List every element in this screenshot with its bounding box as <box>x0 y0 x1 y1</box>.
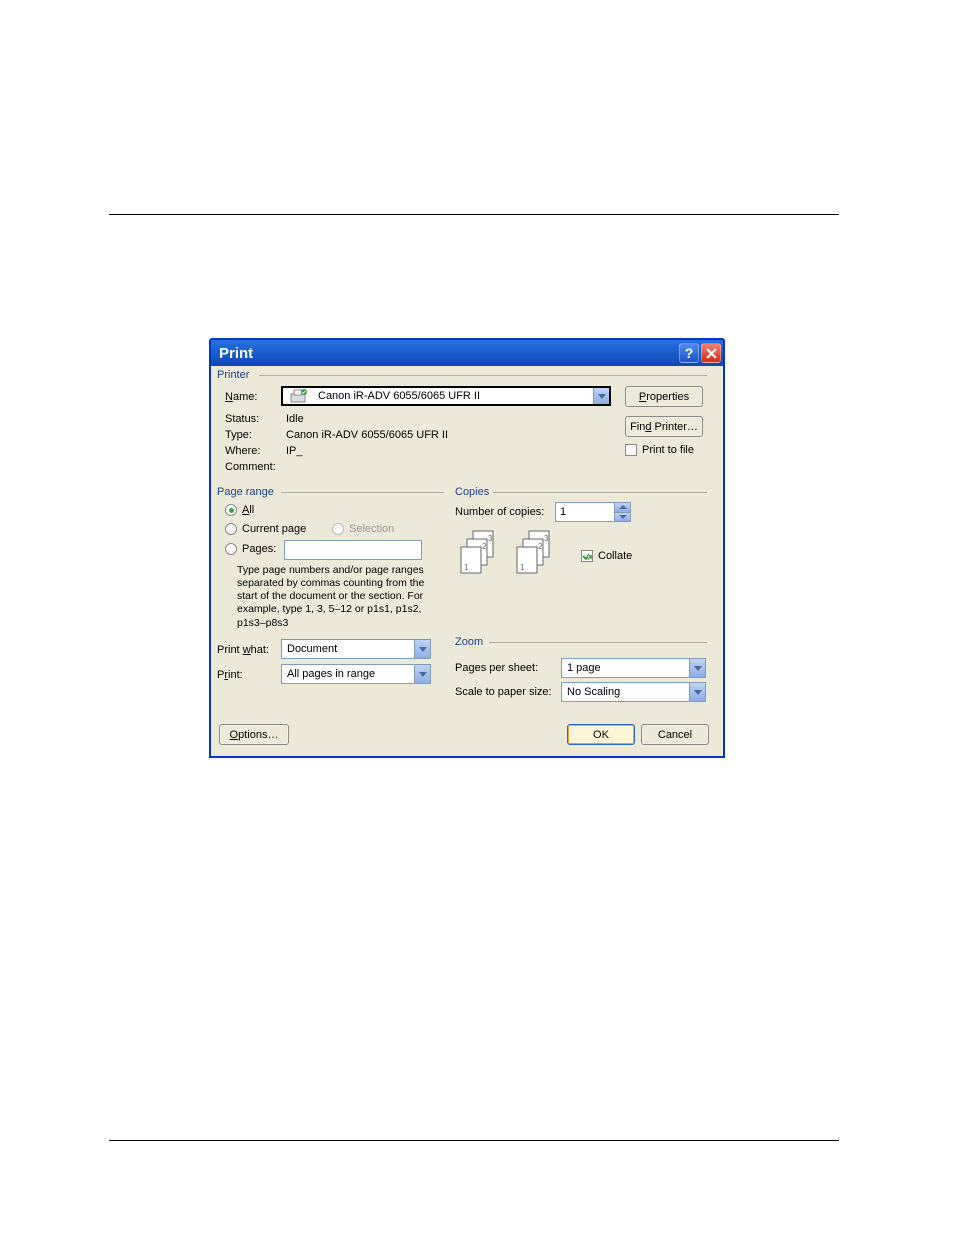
scale-label: Scale to paper size: <box>455 686 552 698</box>
pages-per-sheet-value: 1 page <box>567 662 601 674</box>
titlebar[interactable]: Print ? <box>211 340 723 366</box>
page-range-group-label: Page range <box>217 486 274 498</box>
collate-illustration-icon: 3 2 1 3 2 1 <box>459 529 569 574</box>
radio-selection: Selection <box>332 523 394 535</box>
properties-button[interactable]: Properties <box>625 386 703 407</box>
radio-selection-label: Selection <box>349 523 394 535</box>
find-printer-button[interactable]: Find Printer… <box>625 416 703 437</box>
chevron-down-icon[interactable] <box>414 665 430 683</box>
close-button[interactable] <box>701 343 721 363</box>
print-dialog: Print ? Printer Name: Canon iR-ADV 6055/… <box>209 338 725 758</box>
pages-per-sheet-combo[interactable]: 1 page <box>561 658 706 678</box>
where-value: IP_ <box>286 445 303 457</box>
pages-input[interactable] <box>284 540 422 560</box>
print-combo[interactable]: All pages in range <box>281 664 431 684</box>
copies-group-label: Copies <box>455 486 489 498</box>
print-what-combo[interactable]: Document <box>281 639 431 659</box>
options-button[interactable]: Options… <box>219 724 289 745</box>
comment-label: Comment: <box>225 461 276 473</box>
print-to-file-label: Print to file <box>642 444 694 456</box>
collate-checkbox[interactable]: Collate <box>581 550 632 562</box>
printer-name-combo[interactable]: Canon iR-ADV 6055/6065 UFR II <box>281 386 611 406</box>
svg-text:2: 2 <box>482 542 487 551</box>
chevron-down-icon[interactable] <box>593 388 609 404</box>
cancel-button[interactable]: Cancel <box>641 724 709 745</box>
svg-text:2: 2 <box>538 542 543 551</box>
spinner-down[interactable] <box>615 513 630 522</box>
num-copies-input[interactable] <box>556 503 614 521</box>
ok-button[interactable]: OK <box>567 724 635 745</box>
pages-per-sheet-label: Pages per sheet: <box>455 662 538 674</box>
num-copies-label: Number of copies: <box>455 506 544 518</box>
scale-combo[interactable]: No Scaling <box>561 682 706 702</box>
window-title: Print <box>219 345 677 362</box>
svg-text:3: 3 <box>544 534 549 543</box>
help-button[interactable]: ? <box>679 343 699 363</box>
zoom-group-label: Zoom <box>455 636 483 648</box>
print-what-value: Document <box>287 643 337 655</box>
printer-icon <box>288 388 310 404</box>
radio-current-page-label: Current page <box>242 523 306 535</box>
page-range-hint: Type page numbers and/or page ranges sep… <box>237 564 447 630</box>
printer-name-value: Canon iR-ADV 6055/6065 UFR II <box>318 390 480 402</box>
chevron-down-icon[interactable] <box>689 659 705 677</box>
radio-current-page[interactable]: Current page <box>225 523 306 535</box>
spinner-up[interactable] <box>615 503 630 513</box>
name-label: Name: <box>225 391 257 403</box>
radio-pages[interactable]: Pages: <box>225 543 276 555</box>
type-value: Canon iR-ADV 6055/6065 UFR II <box>286 429 448 441</box>
print-label: Print: <box>217 669 243 681</box>
page-rule-top <box>109 214 839 215</box>
radio-pages-label: Pages: <box>242 543 276 555</box>
svg-text:3: 3 <box>488 534 493 543</box>
radio-all[interactable]: All <box>225 504 254 516</box>
chevron-down-icon[interactable] <box>414 640 430 658</box>
scale-value: No Scaling <box>567 686 620 698</box>
dialog-content: Printer Name: Canon iR-ADV 6055/6065 UFR… <box>211 366 723 756</box>
print-what-label: Print what: <box>217 644 269 656</box>
status-value: Idle <box>286 413 304 425</box>
print-value: All pages in range <box>287 668 375 680</box>
collate-label: Collate <box>598 550 632 562</box>
num-copies-spinner[interactable] <box>555 502 631 522</box>
chevron-down-icon[interactable] <box>689 683 705 701</box>
status-label: Status: <box>225 413 259 425</box>
type-label: Type: <box>225 429 252 441</box>
print-to-file-checkbox[interactable]: Print to file <box>625 444 694 456</box>
where-label: Where: <box>225 445 260 457</box>
printer-group-label: Printer <box>217 369 249 381</box>
svg-text:1: 1 <box>464 563 469 572</box>
svg-text:1: 1 <box>520 563 525 572</box>
page-rule-bottom <box>109 1140 839 1141</box>
